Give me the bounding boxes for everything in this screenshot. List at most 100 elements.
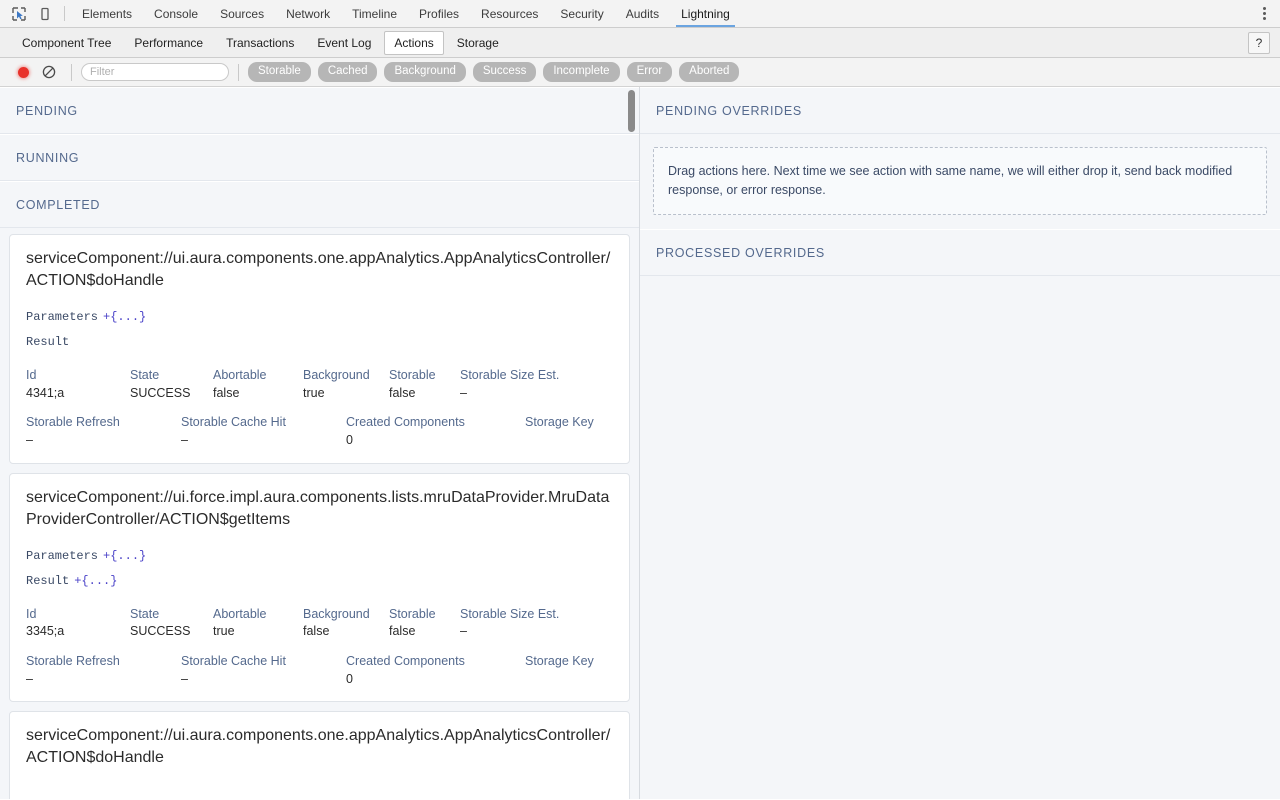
filter-pill-incomplete[interactable]: Incomplete — [543, 62, 620, 82]
devtools-tab-console[interactable]: Console — [143, 0, 209, 27]
meta-label-abortable: Abortable — [213, 606, 267, 621]
meta-value-storable: false — [389, 385, 416, 400]
action-card[interactable]: serviceComponent://ui.force.impl.aura.co… — [9, 472, 630, 703]
subtab-storage[interactable]: Storage — [447, 31, 509, 55]
filter-pill-aborted[interactable]: Aborted — [679, 62, 740, 82]
action-meta-row-2: Storable Refresh Storable Cache Hit Crea… — [26, 654, 613, 687]
meta-label-storage-key: Storage Key — [525, 654, 594, 669]
parameters-label: Parameters — [26, 548, 99, 563]
meta-label-storable-cache-hit: Storable Cache Hit — [181, 654, 286, 669]
meta-value-created-components: 0 — [346, 433, 353, 448]
parameters-expander-icon[interactable]: +{...} — [103, 310, 146, 324]
toolbar-divider-1 — [71, 63, 72, 81]
tab-label: Security — [560, 6, 604, 21]
filter-pill-success[interactable]: Success — [472, 62, 537, 82]
actions-list-pane[interactable]: PENDING RUNNING COMPLETED serviceCompone… — [0, 87, 639, 799]
subtab-event-log[interactable]: Event Log — [307, 31, 381, 55]
meta-value-background: false — [303, 624, 330, 639]
left-pane-scrollbar[interactable] — [628, 90, 635, 132]
meta-value-storage-key — [525, 672, 613, 688]
completed-action-list: serviceComponent://ui.aura.components.on… — [0, 228, 639, 799]
action-parameters-row[interactable]: Parameters +{...} — [26, 308, 613, 326]
help-button[interactable]: ? — [1248, 32, 1270, 54]
result-label: Result — [26, 335, 70, 350]
action-result-row[interactable]: Result +{...} — [26, 572, 613, 590]
tab-label: Console — [154, 6, 199, 21]
toolbar-divider-2 — [238, 63, 239, 81]
devtools-tab-elements[interactable]: Elements — [71, 0, 143, 27]
action-title: serviceComponent://ui.aura.components.on… — [26, 250, 611, 290]
meta-value-storable-cache-hit: – — [181, 433, 188, 448]
tab-label: Timeline — [352, 6, 398, 21]
action-parameters-row[interactable]: Parameters +{...} — [26, 547, 613, 565]
result-expander-icon[interactable]: +{...} — [74, 574, 117, 588]
filter-input[interactable] — [81, 63, 229, 81]
devtools-tab-audits[interactable]: Audits — [615, 0, 670, 27]
meta-value-abortable: false — [213, 385, 240, 400]
action-card[interactable]: serviceComponent://ui.aura.components.on… — [9, 234, 630, 464]
actions-toolbar: Storable Cached Background Success Incom… — [0, 58, 1280, 87]
section-header-pending-overrides: PENDING OVERRIDES — [640, 87, 1280, 134]
filter-pill-cached[interactable]: Cached — [317, 62, 378, 82]
meta-value-created-components: 0 — [346, 671, 353, 686]
meta-label-storage-key: Storage Key — [525, 415, 594, 430]
inspector-subtab-bar: Component Tree Performance Transactions … — [0, 28, 1280, 58]
meta-label-id: Id — [26, 368, 37, 383]
devtools-tab-lightning[interactable]: Lightning — [670, 0, 741, 27]
meta-label-storable-size-est: Storable Size Est. — [460, 368, 560, 383]
meta-value-storable-cache-hit: – — [181, 671, 188, 686]
meta-label-created-components: Created Components — [346, 654, 465, 669]
devtools-tab-sources[interactable]: Sources — [209, 0, 275, 27]
filter-pill-error[interactable]: Error — [626, 62, 673, 82]
subtab-transactions[interactable]: Transactions — [216, 31, 304, 55]
devtools-tab-bar: Elements Console Sources Network Timelin… — [0, 0, 1280, 28]
meta-value-storable: false — [389, 624, 416, 639]
subtab-performance[interactable]: Performance — [124, 31, 213, 55]
meta-label-abortable: Abortable — [213, 368, 267, 383]
meta-label-state: State — [130, 368, 160, 383]
action-meta-row-1: Id State Abortable Background Storable S… — [26, 607, 613, 640]
result-label: Result — [26, 573, 70, 588]
meta-value-storable-size-est: – — [460, 624, 467, 639]
subtab-component-tree[interactable]: Component Tree — [12, 31, 121, 55]
meta-value-id: 3345;a — [26, 624, 65, 639]
meta-label-background: Background — [303, 606, 370, 621]
section-header-running: RUNNING — [0, 134, 639, 181]
devtools-left-icons — [0, 0, 62, 27]
meta-label-storable: Storable — [389, 606, 436, 621]
meta-label-storable: Storable — [389, 368, 436, 383]
tab-label: Resources — [481, 6, 539, 21]
subtab-actions[interactable]: Actions — [384, 30, 444, 55]
more-vertical-icon[interactable] — [1254, 1, 1274, 27]
filter-pill-background[interactable]: Background — [384, 62, 466, 82]
record-dot — [17, 66, 29, 78]
meta-value-abortable: true — [213, 624, 235, 639]
tab-label: Sources — [220, 6, 265, 21]
action-card[interactable]: serviceComponent://ui.aura.components.on… — [9, 711, 630, 799]
tab-label: Network — [286, 6, 331, 21]
meta-label-storable-refresh: Storable Refresh — [26, 415, 120, 430]
panes-container: PENDING RUNNING COMPLETED serviceCompone… — [0, 87, 1280, 799]
parameters-expander-icon[interactable]: +{...} — [103, 549, 146, 563]
action-result-row[interactable]: Result — [26, 333, 613, 351]
clear-icon[interactable] — [36, 59, 62, 85]
overrides-dropzone[interactable]: Drag actions here. Next time we see acti… — [653, 147, 1267, 215]
meta-label-id: Id — [26, 606, 37, 621]
inspect-element-icon[interactable] — [6, 1, 32, 27]
tab-label: Elements — [82, 6, 133, 21]
devtools-tab-resources[interactable]: Resources — [470, 0, 549, 27]
devtools-tab-profiles[interactable]: Profiles — [408, 0, 470, 27]
device-toolbar-icon[interactable] — [32, 1, 58, 27]
meta-label-storable-refresh: Storable Refresh — [26, 654, 120, 669]
meta-label-created-components: Created Components — [346, 415, 465, 430]
action-title: serviceComponent://ui.aura.components.on… — [26, 727, 611, 767]
record-icon[interactable] — [10, 59, 36, 85]
devtools-tab-security[interactable]: Security — [549, 0, 614, 27]
devtools-tab-timeline[interactable]: Timeline — [341, 0, 408, 27]
devtools-tab-network[interactable]: Network — [275, 0, 341, 27]
devtools-tabs: Elements Console Sources Network Timelin… — [71, 0, 741, 27]
parameters-label: Parameters — [26, 310, 99, 325]
subtab-label: Actions — [394, 35, 434, 50]
filter-pill-storable[interactable]: Storable — [248, 62, 311, 82]
meta-value-storage-key — [525, 433, 613, 449]
